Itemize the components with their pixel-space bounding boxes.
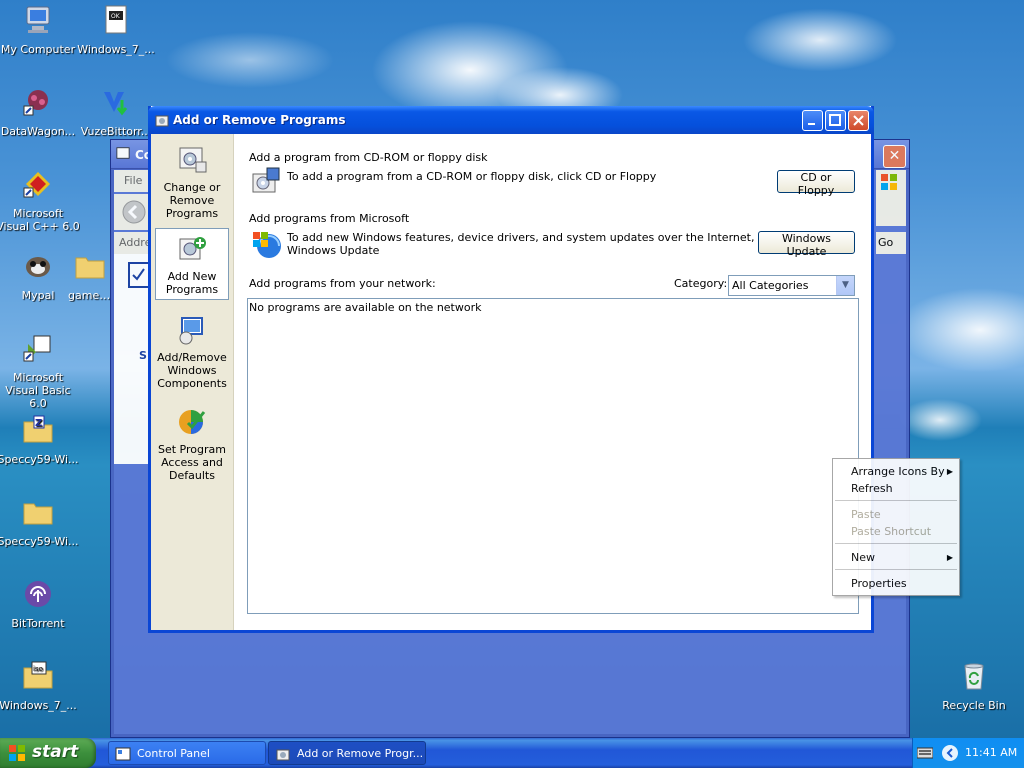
menu-item-paste-shortcut: Paste Shortcut: [851, 525, 932, 538]
folder-icon: [75, 257, 105, 279]
visual-cpp-icon: [23, 172, 50, 198]
microsoft-heading: Add programs from Microsoft: [249, 212, 410, 225]
back-arrow-icon[interactable]: [122, 200, 146, 224]
control-panel-close-button[interactable]: ✕: [883, 145, 906, 168]
add-remove-programs-icon: [276, 749, 290, 761]
iso-icon: iso: [23, 661, 53, 689]
sidebar: Change or Remove Programs Add New Progra…: [151, 134, 234, 630]
control-panel-icon: [115, 747, 131, 761]
desktop-icon-speccy-zip[interactable]: Z Speccy59-Wi...: [0, 414, 80, 466]
desktop-icon-visual-basic[interactable]: Microsoft Visual Basic 6.0: [0, 332, 80, 410]
menu-item-properties[interactable]: Properties: [851, 577, 951, 590]
desktop-context-menu: Arrange Icons By ▶ Refresh Paste Paste S…: [832, 458, 960, 596]
menu-item-paste: Paste: [851, 508, 881, 521]
add-new-programs-icon: [179, 237, 206, 260]
clock[interactable]: 11:41 AM: [965, 746, 1017, 759]
desktop-icon-game-folder[interactable]: game-...: [68, 250, 112, 302]
sidebar-item-add-new[interactable]: Add New Programs: [155, 228, 229, 300]
cd-or-floppy-button[interactable]: CD or Floppy: [777, 170, 855, 197]
taskbar-item-control-panel[interactable]: Control Panel: [108, 741, 266, 765]
folder-icon: [23, 503, 53, 525]
desktop: My Computer OK Windows_7_... DataWagon..…: [0, 0, 1024, 738]
taskbar-item-add-remove-programs[interactable]: Add or Remove Progr...: [268, 741, 426, 765]
sidebar-item-change-remove[interactable]: Change or Remove Programs: [155, 140, 229, 226]
control-panel-side-s: S: [139, 349, 147, 362]
submenu-arrow-icon: ▶: [946, 467, 953, 476]
svg-text:iso: iso: [33, 665, 43, 673]
network-programs-list[interactable]: No programs are available on the network: [247, 298, 859, 614]
cd-floppy-icon: [252, 167, 280, 193]
add-remove-programs-icon: [155, 115, 169, 127]
submenu-arrow-icon: ▶: [946, 553, 953, 562]
window-titlebar[interactable]: Add or Remove Programs: [148, 106, 874, 134]
desktop-icon-recycle-bin[interactable]: Recycle Bin: [932, 660, 1016, 712]
windows-components-icon: [179, 317, 203, 345]
desktop-icon-my-computer[interactable]: My Computer: [0, 4, 80, 56]
menu-separator: [835, 543, 957, 544]
start-button[interactable]: start: [0, 738, 96, 768]
menu-item-new[interactable]: New: [851, 551, 951, 564]
control-panel-brand: [876, 170, 906, 226]
system-tray: 11:41 AM: [912, 738, 1024, 768]
checklist-icon: [128, 262, 150, 288]
chevron-down-icon[interactable]: ▼: [836, 276, 854, 295]
zip-folder-icon: Z: [23, 415, 53, 443]
empty-list-message: No programs are available on the network: [249, 301, 482, 314]
windows-flag-icon: [9, 745, 25, 761]
sidebar-item-windows-components[interactable]: Add/Remove Windows Components: [155, 310, 229, 390]
control-panel-icon: [116, 147, 130, 159]
menu-separator: [835, 569, 957, 570]
desktop-icon-datawagon[interactable]: DataWagon...: [0, 86, 80, 138]
document-icon: OK: [105, 5, 127, 34]
category-select[interactable]: All Categories ▼: [728, 275, 855, 296]
window-title: Add or Remove Programs: [173, 113, 346, 127]
maximize-button[interactable]: [825, 110, 846, 131]
minimize-button[interactable]: [802, 110, 823, 131]
keyboard-icon[interactable]: [917, 747, 933, 759]
change-remove-programs-icon: [179, 147, 207, 173]
category-label: Category:: [674, 277, 728, 290]
chevron-left-icon[interactable]: [941, 744, 959, 762]
windows-update-icon: [253, 232, 281, 258]
desktop-icon-speccy-folder[interactable]: Speccy59-Wi...: [0, 496, 80, 548]
mypal-icon: [26, 257, 50, 277]
desktop-icon-windows7-iso[interactable]: iso Windows_7_...: [0, 660, 80, 712]
vuze-icon: [104, 92, 128, 116]
close-button[interactable]: [848, 110, 869, 131]
desktop-icon-vuze[interactable]: VuzeBittorr...: [74, 86, 158, 138]
desktop-icon-windows7-doc[interactable]: OK Windows_7_...: [74, 4, 158, 56]
control-panel-toolbar: [114, 194, 150, 230]
svg-text:OK: OK: [111, 13, 121, 20]
sidebar-item-program-access[interactable]: Set Program Access and Defaults: [155, 402, 229, 482]
main-content: Add a program from CD-ROM or floppy disk…: [247, 134, 859, 616]
svg-text:Z: Z: [35, 418, 42, 429]
control-panel-go-button[interactable]: Go: [876, 232, 906, 254]
menu-item-refresh[interactable]: Refresh: [851, 482, 951, 495]
close-icon: [853, 115, 864, 126]
cdrom-description: To add a program from a CD-ROM or floppy…: [287, 170, 657, 183]
my-computer-icon: [26, 6, 50, 33]
menu-separator: [835, 500, 957, 501]
visual-basic-icon: [23, 335, 51, 362]
windows-update-button[interactable]: Windows Update: [758, 231, 855, 258]
maximize-icon: [829, 114, 841, 126]
desktop-icon-visual-cpp[interactable]: Microsoft Visual C++ 6.0: [0, 168, 80, 233]
microsoft-description: To add new Windows features, device driv…: [287, 231, 783, 257]
add-remove-programs-window[interactable]: Add or Remove Programs Change or Remove …: [148, 106, 874, 633]
recycle-bin-icon: [964, 663, 984, 690]
control-panel-menu-file[interactable]: File: [114, 170, 150, 192]
taskbar: start Control Panel Add or Remove Progr.…: [0, 738, 1024, 768]
network-heading: Add programs from your network:: [249, 277, 436, 290]
menu-item-arrange-icons[interactable]: Arrange Icons By: [851, 465, 951, 478]
minimize-icon: [808, 123, 815, 125]
desktop-icon-bittorrent[interactable]: BitTorrent: [0, 578, 80, 630]
control-panel-task-pane: S: [114, 254, 150, 464]
datawagon-icon: [23, 90, 48, 116]
control-panel-address-label: Addre: [114, 232, 151, 254]
cdrom-heading: Add a program from CD-ROM or floppy disk: [249, 151, 488, 164]
bittorrent-icon: [25, 581, 51, 607]
program-access-icon: [179, 410, 206, 434]
windows-flag-icon: [881, 174, 897, 190]
